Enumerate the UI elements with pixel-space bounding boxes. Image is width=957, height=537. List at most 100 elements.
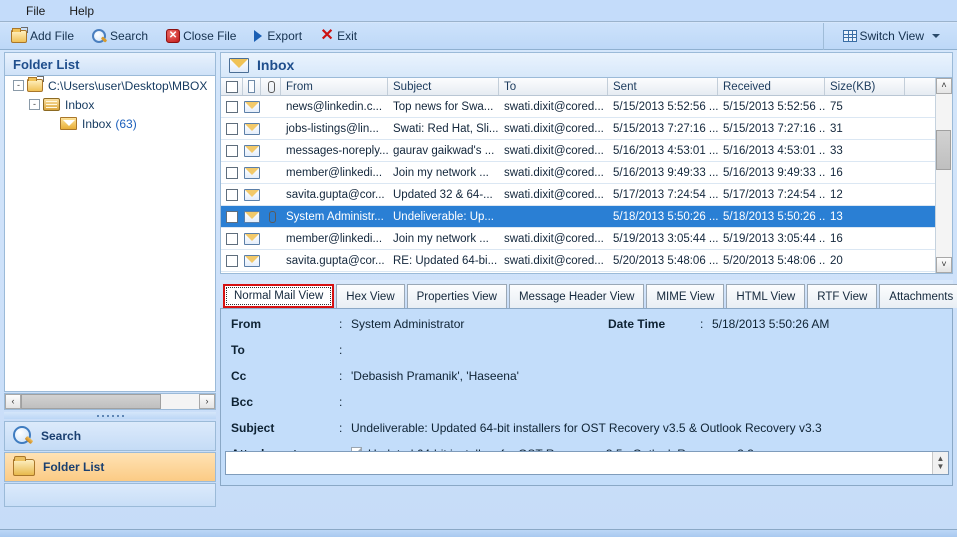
cell-subject: gaurav gaikwad's ...: [393, 144, 495, 157]
table-row[interactable]: member@linkedi... Join my network ... swat…: [221, 162, 935, 184]
search-button[interactable]: Search: [85, 25, 155, 47]
scroll-left-arrow-icon[interactable]: ‹: [5, 394, 21, 409]
row-checkbox[interactable]: [226, 144, 238, 157]
folder-tree[interactable]: - C:\Users\user\Desktop\MBOX - Inbox Inb…: [4, 76, 216, 392]
column-header-received[interactable]: Received: [718, 78, 825, 95]
mail-list-vertical-scrollbar[interactable]: ˄ ˅: [935, 78, 952, 273]
tab-rtf-view[interactable]: RTF View: [807, 284, 878, 308]
exit-button[interactable]: ✕ Exit: [313, 25, 364, 47]
scroll-down-arrow-icon[interactable]: ▼: [937, 463, 945, 471]
cell-received: 5/16/2013 4:53:01 ...: [723, 144, 825, 157]
row-checkbox[interactable]: [226, 210, 238, 223]
message-detail-pane: From : System Administrator Date Time : …: [220, 308, 953, 486]
to-colon: :: [339, 343, 343, 357]
tree-node-inbox-store[interactable]: - Inbox: [5, 95, 215, 114]
cell-to: swati.dixit@cored...: [504, 232, 604, 245]
tab-mime-view[interactable]: MIME View: [646, 284, 725, 308]
cell-from: member@linkedi...: [286, 166, 383, 179]
close-file-label: Close File: [183, 29, 237, 43]
tab-message-header-view[interactable]: Message Header View: [508, 284, 645, 308]
column-header-to[interactable]: To: [499, 78, 608, 95]
table-row[interactable]: savita.gupta@cor... Updated 32 & 64-... sw…: [221, 184, 935, 206]
column-header-attachment[interactable]: [261, 78, 281, 95]
tree-node-inbox[interactable]: Inbox (63): [5, 114, 215, 133]
cell-from: jobs-listings@lin...: [286, 122, 379, 135]
nav-button-search[interactable]: Search: [4, 421, 216, 451]
row-checkbox-cell[interactable]: [221, 188, 243, 201]
scroll-down-arrow-icon[interactable]: ˅: [936, 257, 952, 273]
menu-item-help[interactable]: Help: [57, 2, 106, 20]
row-checkbox-cell[interactable]: [221, 144, 243, 157]
row-checkbox[interactable]: [226, 100, 238, 113]
column-header-read-status[interactable]: [243, 78, 261, 95]
tree-count-inbox: (63): [115, 116, 137, 131]
grid-icon: [842, 30, 857, 42]
cell-to: swati.dixit@cored...: [504, 100, 604, 113]
row-checkbox-cell[interactable]: [221, 166, 243, 179]
cell-sent: 5/18/2013 5:50:26 ...: [613, 210, 718, 223]
column-header-select-all[interactable]: [221, 78, 243, 95]
folder-tree-horizontal-scrollbar[interactable]: ‹ ›: [4, 393, 216, 410]
tab-hex-view[interactable]: Hex View: [336, 284, 405, 308]
scroll-up-arrow-icon[interactable]: ˄: [936, 78, 952, 94]
column-header-from[interactable]: From: [281, 78, 388, 95]
row-checkbox[interactable]: [226, 254, 238, 267]
tab-properties-view[interactable]: Properties View: [406, 284, 507, 308]
subject-value: Undeliverable: Updated 64-bit installers…: [351, 421, 822, 435]
cell-sent: 5/16/2013 9:49:33 ...: [613, 166, 718, 179]
table-row[interactable]: jobs-listings@lin... Swati: Red Hat, Sli.…: [221, 118, 935, 140]
panel-splitter[interactable]: [4, 412, 216, 419]
nav-button-folder-list[interactable]: Folder List: [4, 452, 216, 482]
select-all-checkbox[interactable]: [225, 80, 238, 93]
row-checkbox-cell[interactable]: [221, 232, 243, 245]
row-checkbox-cell[interactable]: [221, 122, 243, 135]
add-file-button[interactable]: Add File: [4, 25, 81, 47]
row-checkbox[interactable]: [226, 166, 238, 179]
column-header-size[interactable]: Size(KB): [825, 78, 905, 95]
row-checkbox-cell[interactable]: [221, 100, 243, 113]
cell-to: swati.dixit@cored...: [504, 122, 604, 135]
vertical-scroll-track[interactable]: [936, 94, 952, 257]
tree-toggle-inbox-store[interactable]: -: [29, 99, 40, 110]
row-checkbox-cell[interactable]: [221, 210, 243, 223]
cell-received: 5/20/2013 5:48:06 ...: [723, 254, 825, 267]
horizontal-scroll-track[interactable]: [161, 394, 199, 409]
from-value: System Administrator: [351, 317, 465, 331]
column-header-subject[interactable]: Subject: [388, 78, 499, 95]
table-row[interactable]: savita.gupta@cor... RE: Updated 64-bi... s…: [221, 250, 935, 272]
table-row[interactable]: member@linkedi... Join my network ... swat…: [221, 228, 935, 250]
add-file-label: Add File: [30, 29, 75, 43]
row-envelope-cell: [243, 188, 261, 201]
scroll-right-arrow-icon[interactable]: ›: [199, 394, 215, 409]
field-row-from: From : System Administrator Date Time : …: [231, 317, 942, 343]
tab-html-view[interactable]: HTML View: [726, 284, 806, 308]
message-header-fields: From : System Administrator Date Time : …: [225, 313, 948, 473]
nav-panel-filler: [4, 483, 216, 507]
horizontal-scroll-thumb[interactable]: [21, 394, 161, 409]
tree-node-root[interactable]: - C:\Users\user\Desktop\MBOX: [5, 76, 215, 95]
chevron-down-icon[interactable]: [932, 34, 940, 38]
column-header-sent[interactable]: Sent: [608, 78, 718, 95]
table-row[interactable]: messages-noreply... gaurav gaikwad's ... s…: [221, 140, 935, 162]
vertical-scroll-thumb[interactable]: [936, 130, 951, 170]
tab-attachments[interactable]: Attachments: [879, 284, 957, 308]
row-checkbox[interactable]: [226, 122, 238, 135]
table-row[interactable]: System Administr... Undeliverable: Up... 5…: [221, 206, 935, 228]
tree-toggle-root[interactable]: -: [13, 80, 24, 91]
row-checkbox[interactable]: [226, 232, 238, 245]
cell-to: swati.dixit@cored...: [504, 166, 604, 179]
grip-dot: [106, 414, 109, 417]
message-body-scrollbar[interactable]: ▲ ▼: [932, 452, 948, 474]
export-button[interactable]: Export: [247, 25, 309, 47]
row-checkbox[interactable]: [226, 188, 238, 201]
message-body-area[interactable]: ▲ ▼: [225, 451, 949, 475]
close-file-button[interactable]: ✕ Close File: [159, 25, 243, 47]
menu-item-file[interactable]: File: [14, 2, 57, 20]
message-body-text[interactable]: [226, 452, 932, 474]
table-row[interactable]: news@linkedin.c... Top news for Swa... swa…: [221, 96, 935, 118]
tab-normal-mail-view[interactable]: Normal Mail View: [223, 284, 335, 308]
row-checkbox-cell[interactable]: [221, 254, 243, 267]
mail-list-rows: news@linkedin.c... Top news for Swa... swa…: [221, 96, 935, 272]
folder-list-title: Folder List: [13, 56, 80, 72]
switch-view-button[interactable]: Switch View: [836, 25, 947, 47]
